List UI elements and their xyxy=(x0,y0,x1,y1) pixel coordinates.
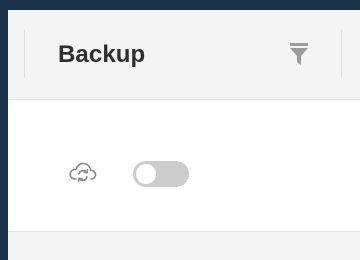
header-divider-right xyxy=(341,30,342,78)
column-header: Backup xyxy=(8,10,360,100)
header-divider-left xyxy=(24,30,25,78)
filter-button[interactable] xyxy=(290,43,308,67)
backup-toggle[interactable] xyxy=(133,161,189,187)
backup-row xyxy=(8,100,360,232)
cloud-sync-icon xyxy=(69,162,97,183)
backup-panel: Backup xyxy=(8,10,360,260)
next-row xyxy=(8,232,360,260)
toggle-knob xyxy=(136,164,156,184)
column-title: Backup xyxy=(58,41,146,68)
filter-icon xyxy=(290,43,308,65)
